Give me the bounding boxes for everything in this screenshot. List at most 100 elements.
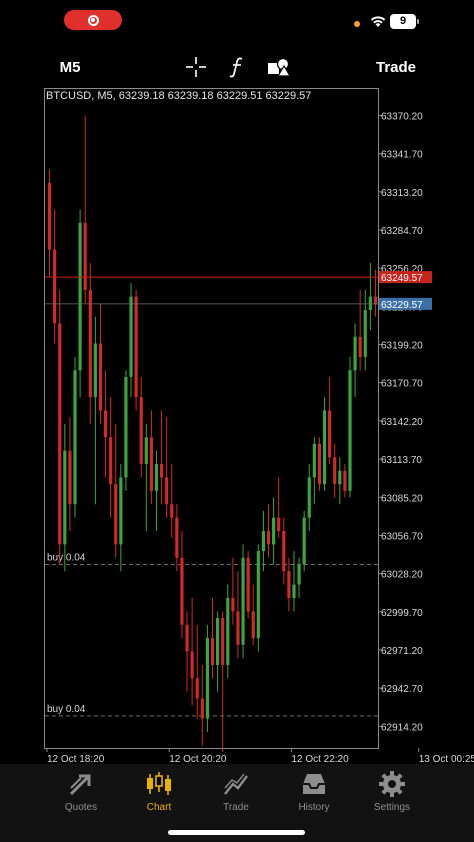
camera-in-use-indicator [354, 21, 360, 27]
candle-body [93, 343, 97, 398]
tab-trade-label: Trade [223, 802, 249, 813]
candle-body [373, 296, 378, 305]
candle-body [98, 343, 103, 411]
x-tick-label: 12 Oct 20:20 [169, 754, 227, 764]
candle-body [210, 638, 215, 665]
candlestick-chart-icon [147, 772, 171, 795]
candle-body [170, 504, 174, 518]
candle-body [88, 289, 92, 398]
candle-body [302, 517, 306, 565]
y-tick-label: 63199.20 [381, 341, 423, 352]
y-tick-label: 63284.70 [381, 226, 423, 237]
timeframe-button[interactable]: M5 [50, 50, 90, 84]
candle-body [83, 222, 87, 290]
candle-body [78, 222, 82, 371]
candle-body [205, 638, 209, 719]
screen-recording-indicator[interactable] [64, 10, 122, 30]
candle-body [312, 443, 316, 478]
tab-history[interactable]: History [274, 770, 354, 820]
indicators-button[interactable] [224, 50, 250, 84]
y-tick-label: 62971.20 [381, 646, 423, 657]
tab-chart[interactable]: Chart [119, 770, 199, 820]
tab-quotes[interactable]: Quotes [41, 770, 121, 820]
candle-body [154, 464, 159, 491]
candlestick-chart[interactable]: buy 0.04 buy 0.04 63370.20 63341.70 63313.2… [0, 88, 474, 764]
y-tick-label: 63313.20 [381, 188, 423, 199]
candle-body [256, 551, 260, 639]
candle-body [53, 249, 57, 324]
candle-body [348, 370, 352, 491]
candle-body [195, 678, 199, 699]
candle-body [266, 531, 271, 545]
y-tick-label: 63056.70 [381, 531, 423, 542]
candle-body [226, 597, 230, 665]
candle-body [241, 557, 245, 645]
candle-body [297, 564, 301, 585]
candle-body [103, 410, 108, 438]
candle-body [307, 477, 311, 518]
y-tick-label: 63113.70 [381, 455, 422, 466]
candle-body [221, 618, 225, 665]
candle-body [338, 470, 342, 485]
candle-body [180, 557, 184, 625]
battery-icon: 9 [390, 14, 419, 29]
gear-icon [379, 771, 405, 797]
quotes-arrow-icon [69, 774, 91, 796]
price-chart[interactable]: buy 0.04 buy 0.04 63370.20 63341.70 63313.2… [0, 88, 474, 764]
candle-body [73, 370, 77, 505]
candle-body [236, 611, 240, 645]
home-indicator [168, 830, 305, 835]
objects-button[interactable] [264, 50, 294, 84]
y-tick-label: 63370.20 [381, 112, 423, 123]
screen-record-icon [87, 14, 99, 26]
candle-body [358, 336, 362, 357]
trade-trend-icon [224, 773, 248, 795]
candle-body [261, 531, 266, 552]
candle-body [317, 443, 322, 485]
candle-body [251, 611, 255, 639]
y-tick-label: 63028.20 [381, 570, 423, 581]
candle-body [231, 597, 235, 612]
y-tick-label: 62999.70 [381, 608, 423, 619]
candle-body [114, 484, 118, 545]
candle-body [63, 450, 67, 545]
candle-body [200, 698, 204, 719]
order-label: buy 0.04 [47, 552, 86, 563]
candle-body [216, 618, 220, 665]
candle-body [109, 437, 113, 485]
trade-button[interactable]: Trade [372, 50, 420, 84]
candle-body [47, 182, 52, 250]
candle-body [277, 517, 281, 532]
x-tick-label: 13 Oct 00:25 [419, 754, 474, 764]
candle-body [124, 376, 128, 478]
timeframe-label: M5 [59, 58, 81, 76]
order-label: buy 0.04 [47, 704, 86, 715]
candle-body [368, 296, 372, 311]
candle-body [58, 323, 62, 545]
candle-body [322, 410, 327, 485]
candle-body [119, 477, 123, 545]
candle-body [292, 584, 296, 598]
tab-settings[interactable]: Settings [352, 770, 432, 820]
wifi-icon [370, 16, 386, 27]
tab-trade[interactable]: Trade [196, 770, 276, 820]
history-inbox-icon [303, 774, 325, 794]
candle-body [353, 336, 357, 371]
crosshair-button[interactable] [182, 50, 210, 84]
trade-button-label: Trade [375, 58, 417, 76]
y-tick-label: 63170.70 [381, 379, 423, 390]
candle-body [363, 310, 367, 357]
tab-history-label: History [298, 802, 330, 813]
crosshair-icon [186, 57, 206, 77]
candle-body [190, 651, 194, 679]
candle-body [149, 437, 153, 491]
tab-chart-label: Chart [146, 802, 172, 813]
y-tick-label: 63341.70 [381, 150, 423, 161]
y-tick-label: 62942.70 [381, 684, 423, 695]
candle-body [139, 397, 143, 465]
candle-body [333, 457, 337, 485]
x-tick-label: 12 Oct 18:20 [47, 754, 105, 764]
candle-body [272, 517, 276, 545]
candle-body [134, 296, 138, 398]
candle-body [185, 624, 189, 652]
